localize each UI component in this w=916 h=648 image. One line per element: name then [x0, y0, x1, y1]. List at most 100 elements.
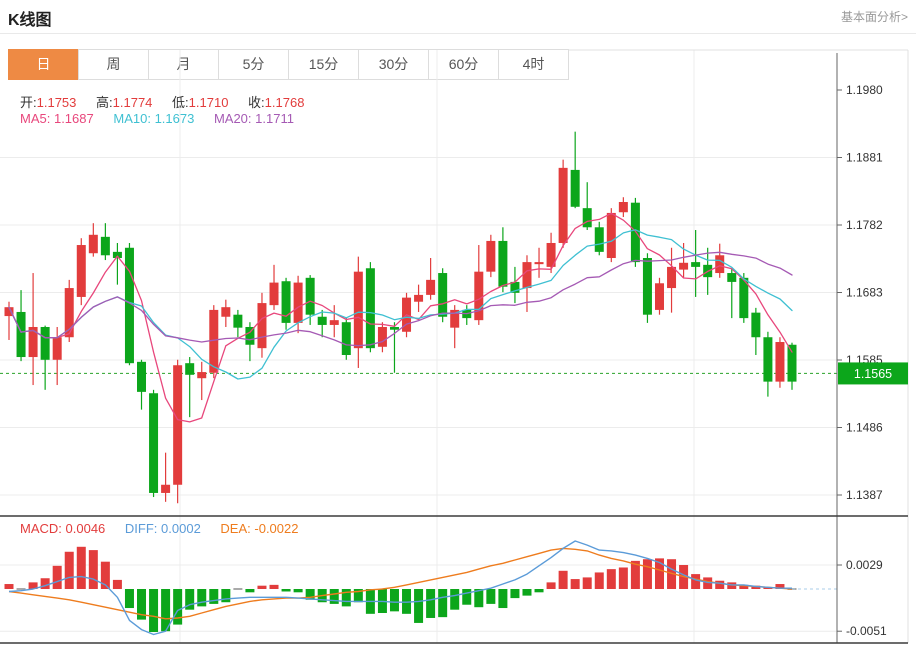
candle-body [474, 272, 483, 320]
candle-body [41, 327, 50, 360]
macd-bar [450, 589, 459, 610]
candle-body [378, 327, 387, 347]
macd-bar [390, 589, 399, 611]
candle-body [137, 362, 146, 392]
candle-body [522, 262, 531, 288]
candle-body [727, 273, 736, 282]
candle-body [426, 280, 435, 295]
macd-bar [330, 589, 339, 604]
candle-body [366, 268, 375, 348]
candle-body [775, 342, 784, 382]
ma-legend: MA5: 1.1687 MA10: 1.1673 MA20: 1.1711 [20, 111, 310, 126]
candle-body [173, 365, 182, 485]
low-label: 低: [172, 95, 189, 110]
candle-body [438, 273, 447, 317]
macd-bar [113, 580, 122, 589]
candle-body [89, 235, 98, 253]
macd-bar [414, 589, 423, 623]
candle-body [498, 241, 507, 287]
macd-bar [498, 589, 507, 608]
macd-bar [65, 552, 74, 589]
candle-body [221, 307, 230, 317]
macd-bar [294, 589, 303, 592]
macd-bar [173, 589, 182, 625]
candle-body [233, 315, 242, 328]
macd-bar [438, 589, 447, 617]
macd-bar [125, 589, 134, 608]
macd-bar [53, 566, 62, 589]
price-badge-label: 1.1565 [854, 367, 892, 381]
macd-bar [559, 571, 568, 589]
y-axis-label: 1.1881 [846, 151, 883, 165]
macd-bar [619, 567, 628, 589]
candle-body [414, 295, 423, 302]
macd-axis-label: -0.0051 [846, 624, 887, 638]
macd-bar [426, 589, 435, 618]
y-axis-label: 1.1683 [846, 286, 883, 300]
macd-legend: MACD: 0.0046 DIFF: 0.0002 DEA: -0.0022 [20, 521, 314, 536]
candle-body [788, 345, 797, 382]
macd-histogram-group [5, 547, 797, 632]
macd-bar [77, 547, 86, 589]
candle-body [571, 170, 580, 207]
candle-body [161, 485, 170, 493]
macd-bar [643, 559, 652, 589]
macd-bar [221, 589, 230, 602]
candle-body [595, 227, 604, 252]
macd-axis-label: 0.0029 [846, 558, 883, 572]
ma5-label: MA5: [20, 111, 50, 126]
ma10-value: 1.1673 [155, 111, 195, 126]
y-axis-label: 1.1782 [846, 218, 883, 232]
ma5-value: 1.1687 [54, 111, 94, 126]
macd-bar [282, 589, 291, 591]
macd-bar [197, 589, 206, 606]
open-label: 开: [20, 95, 37, 110]
close-value: 1.1768 [265, 95, 305, 110]
macd-bar [270, 585, 279, 589]
dea-label: DEA: [220, 521, 250, 536]
candle-body [607, 213, 616, 258]
candle-body [294, 283, 303, 323]
high-label: 高: [96, 95, 113, 110]
macd-label: MACD: [20, 521, 62, 536]
macd-bar [607, 569, 616, 589]
macd-bar [547, 582, 556, 589]
candle-body [209, 310, 218, 373]
candle-body [53, 337, 62, 360]
macd-bar [233, 588, 242, 590]
candle-body [631, 203, 640, 262]
diff-label: DIFF: [125, 521, 158, 536]
candle-body [197, 372, 206, 378]
candle-body [763, 337, 772, 381]
high-value: 1.1774 [113, 95, 153, 110]
macd-bar [245, 589, 254, 592]
candle-body [149, 393, 158, 493]
y-axis-label: 1.1486 [846, 421, 883, 435]
macd-bar [583, 577, 592, 589]
candle-body [390, 327, 399, 330]
macd-bar [522, 589, 531, 596]
macd-value: 0.0046 [66, 521, 106, 536]
candle-body [535, 262, 544, 264]
macd-bar [535, 589, 544, 592]
candle-body [679, 263, 688, 270]
macd-bar [5, 584, 14, 589]
candle-body [101, 237, 110, 255]
close-label: 收: [248, 95, 265, 110]
candle-body [17, 312, 26, 357]
y-axis-label: 1.1387 [846, 488, 883, 502]
candle-body [486, 241, 495, 272]
candle-body [715, 255, 724, 273]
candle-body [583, 208, 592, 227]
macd-bar [257, 586, 266, 589]
candle-body [318, 317, 327, 325]
diff-value: 0.0002 [161, 521, 201, 536]
candle-body [354, 272, 363, 348]
open-value: 1.1753 [37, 95, 77, 110]
candle-body [330, 320, 339, 325]
candles-group [5, 132, 797, 504]
macd-bar [41, 578, 50, 589]
candle-body [77, 245, 86, 297]
macd-bar [89, 550, 98, 589]
macd-bar [149, 589, 158, 632]
